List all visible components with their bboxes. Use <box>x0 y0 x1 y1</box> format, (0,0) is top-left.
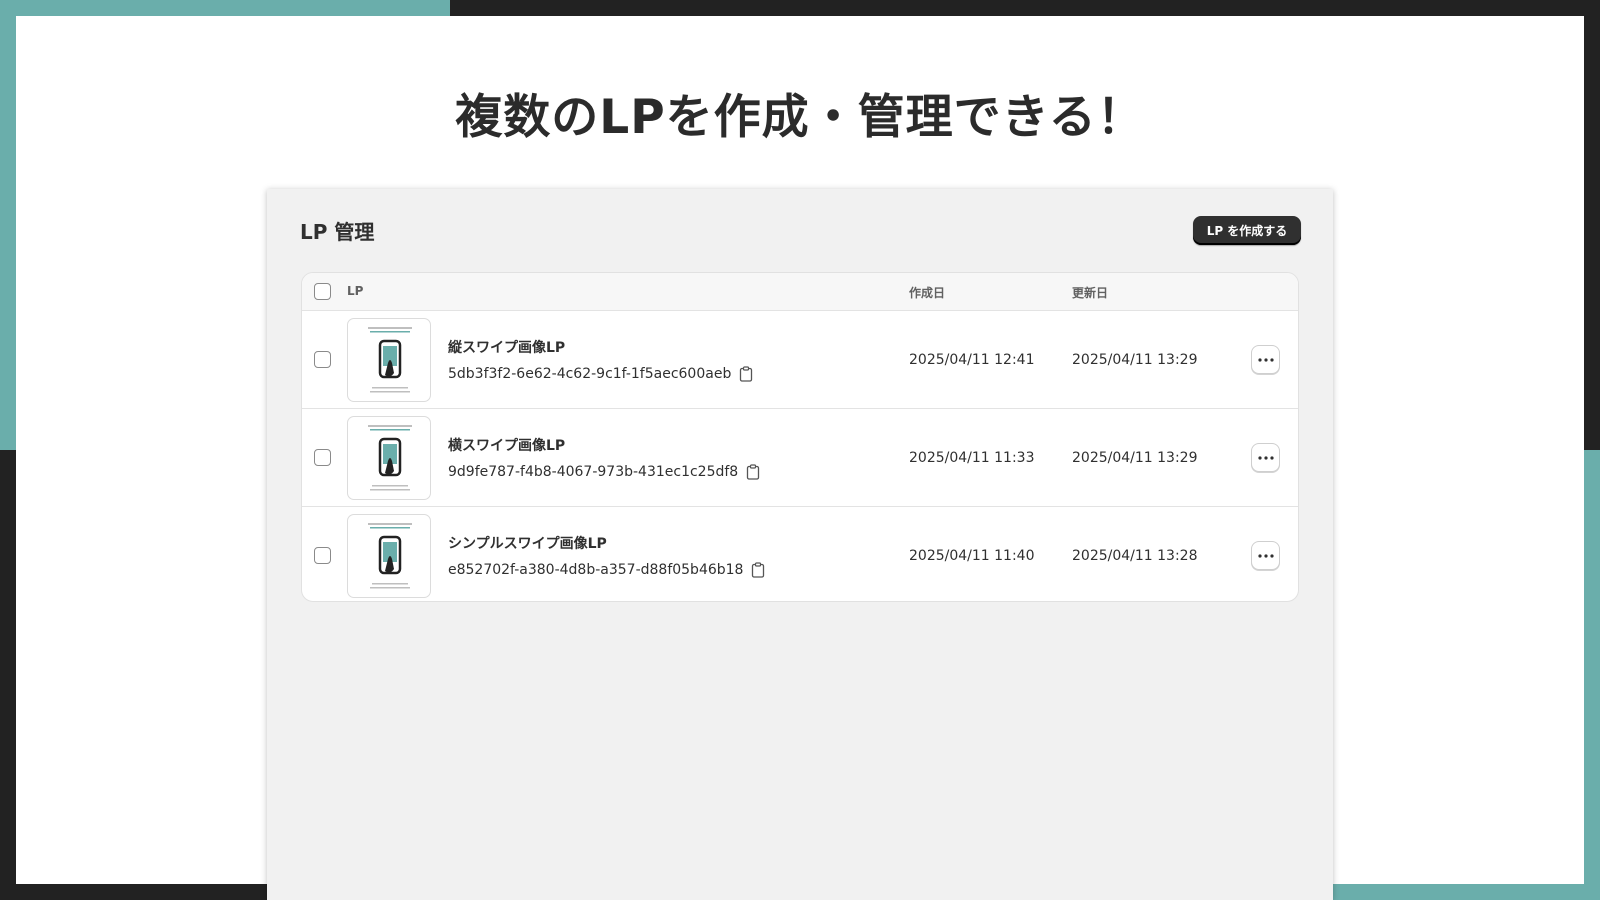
lp-thumbnail <box>347 514 431 598</box>
column-header-lp: LP <box>347 284 364 298</box>
ellipsis-icon <box>1257 357 1274 362</box>
lp-thumbnail <box>347 416 431 500</box>
created-date: 2025/04/11 12:41 <box>909 352 1035 368</box>
lp-name[interactable]: 縦スワイプ画像LP <box>448 337 565 357</box>
select-all-checkbox[interactable] <box>314 283 331 300</box>
row-actions-button[interactable] <box>1251 541 1280 570</box>
lp-id-group: 9d9fe787-f4b8-4067-973b-431ec1c25df8 <box>448 464 760 480</box>
updated-date: 2025/04/11 13:29 <box>1072 352 1198 368</box>
lp-name[interactable]: シンプルスワイプ画像LP <box>448 533 607 553</box>
clipboard-icon[interactable] <box>746 464 760 480</box>
created-date: 2025/04/11 11:33 <box>909 450 1035 466</box>
row-checkbox[interactable] <box>314 449 331 466</box>
clipboard-icon[interactable] <box>751 562 765 578</box>
updated-date: 2025/04/11 13:29 <box>1072 450 1198 466</box>
column-header-created: 作成日 <box>909 286 946 300</box>
lp-thumbnail <box>347 318 431 402</box>
created-date: 2025/04/11 11:40 <box>909 548 1035 564</box>
row-checkbox[interactable] <box>314 351 331 368</box>
lp-id: e852702f-a380-4d8b-a357-d88f05b46b18 <box>448 562 744 578</box>
row-actions-button[interactable] <box>1251 443 1280 472</box>
lp-id-group: e852702f-a380-4d8b-a357-d88f05b46b18 <box>448 562 765 578</box>
lp-management-panel: LP 管理 LP を作成する LP 作成日 更新日 縦スワイプ画像LP 5db3… <box>267 189 1333 900</box>
column-header-updated: 更新日 <box>1072 286 1109 300</box>
lp-id: 9d9fe787-f4b8-4067-973b-431ec1c25df8 <box>448 464 739 480</box>
row-actions-button[interactable] <box>1251 345 1280 374</box>
slide-headline: 複数のLPを作成・管理できる！ <box>455 90 1145 145</box>
lp-table: LP 作成日 更新日 縦スワイプ画像LP 5db3f3f2-6e62-4c62-… <box>301 272 1299 602</box>
ellipsis-icon <box>1257 455 1274 460</box>
updated-date: 2025/04/11 13:28 <box>1072 548 1198 564</box>
table-row[interactable]: シンプルスワイプ画像LP e852702f-a380-4d8b-a357-d88… <box>302 507 1298 601</box>
page-title: LP 管理 <box>300 220 375 244</box>
create-lp-button[interactable]: LP を作成する <box>1193 216 1301 245</box>
table-row[interactable]: 横スワイプ画像LP 9d9fe787-f4b8-4067-973b-431ec1… <box>302 409 1298 507</box>
clipboard-icon[interactable] <box>739 366 753 382</box>
row-checkbox[interactable] <box>314 547 331 564</box>
lp-name[interactable]: 横スワイプ画像LP <box>448 435 565 455</box>
lp-id: 5db3f3f2-6e62-4c62-9c1f-1f5aec600aeb <box>448 366 732 382</box>
table-header: LP 作成日 更新日 <box>302 273 1298 311</box>
ellipsis-icon <box>1257 553 1274 558</box>
lp-id-group: 5db3f3f2-6e62-4c62-9c1f-1f5aec600aeb <box>448 366 753 382</box>
table-row[interactable]: 縦スワイプ画像LP 5db3f3f2-6e62-4c62-9c1f-1f5aec… <box>302 311 1298 409</box>
